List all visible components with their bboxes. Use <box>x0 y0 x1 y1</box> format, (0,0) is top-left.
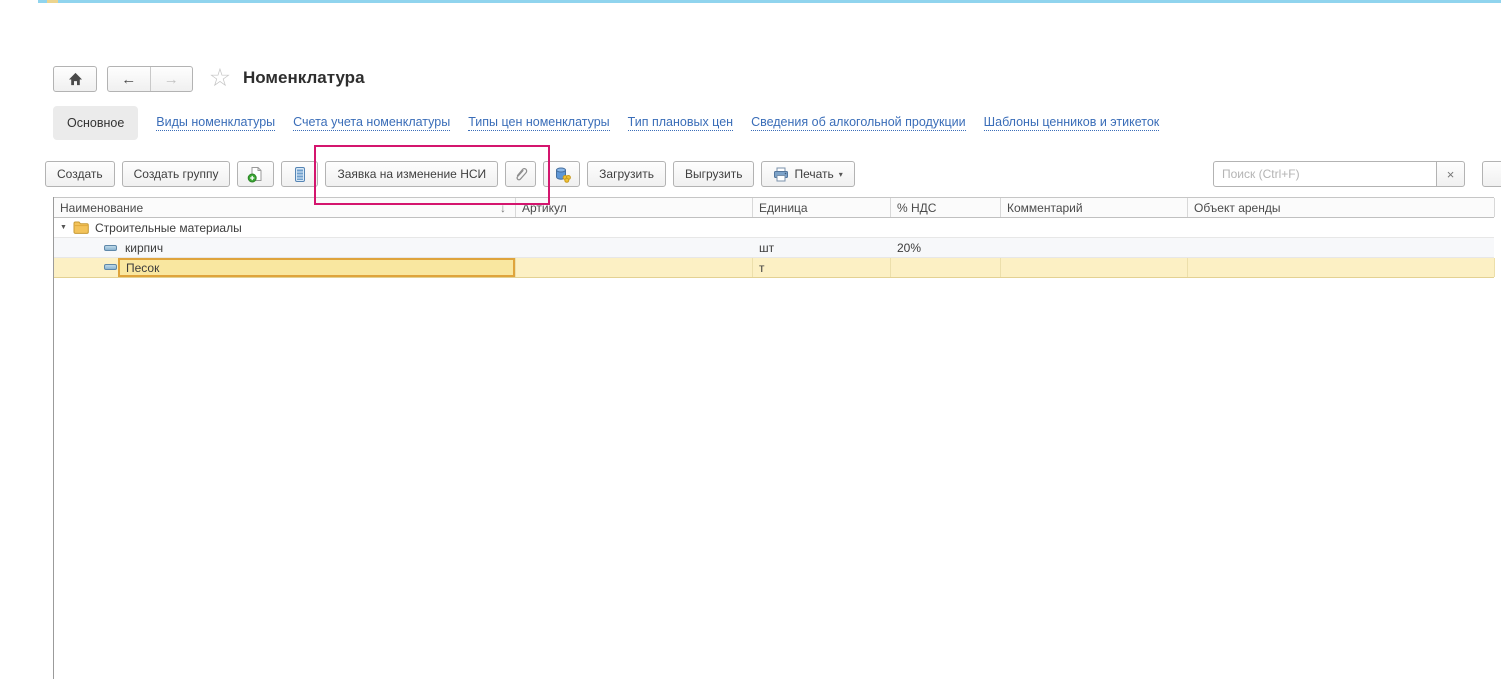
unit-cell[interactable]: шт <box>753 238 891 257</box>
expander-icon[interactable]: ▼ <box>60 218 68 237</box>
group-name-label: Строительные материалы <box>95 218 242 237</box>
column-header-comment[interactable]: Комментарий <box>1001 198 1188 217</box>
accent-yellow-segment <box>47 0 58 3</box>
history-nav: ← → <box>107 66 193 92</box>
tab-alcohol-info[interactable]: Сведения об алкогольной продукции <box>751 115 966 131</box>
attachments-button[interactable] <box>505 161 536 187</box>
nsi-change-request-button[interactable]: Заявка на изменение НСИ <box>325 161 498 187</box>
column-header-rent-object[interactable]: Объект аренды <box>1188 198 1495 217</box>
page-title: Номенклатура <box>243 68 365 88</box>
table-header-row: Наименование ↓ Артикул Единица % НДС Ком… <box>54 197 1494 218</box>
tab-label-templates[interactable]: Шаблоны ценников и этикеток <box>984 115 1160 131</box>
create-button[interactable]: Создать <box>45 161 115 187</box>
back-icon: ← <box>121 71 136 88</box>
tab-accounting-accounts[interactable]: Счета учета номенклатуры <box>293 115 450 131</box>
unload-button[interactable]: Выгрузить <box>673 161 755 187</box>
item-icon <box>104 245 117 251</box>
database-icon <box>553 166 571 183</box>
partial-right-button[interactable] <box>1482 161 1501 187</box>
table-row-selected[interactable]: Песок т <box>54 258 1494 278</box>
column-header-vat[interactable]: % НДС <box>891 198 1001 217</box>
name-cell[interactable]: Песок <box>54 258 516 277</box>
tab-planned-price-type[interactable]: Тип плановых цен <box>628 115 733 131</box>
name-cell[interactable]: кирпич <box>54 238 516 257</box>
forward-button[interactable]: → <box>151 67 193 91</box>
vat-cell[interactable]: 20% <box>891 238 1001 257</box>
article-cell[interactable] <box>516 258 753 277</box>
article-cell[interactable] <box>516 238 753 257</box>
tab-main[interactable]: Основное <box>53 106 138 140</box>
accent-blue-line <box>38 0 1501 3</box>
list-icon <box>292 166 308 183</box>
print-button-label: Печать <box>794 167 833 181</box>
article-cell[interactable] <box>516 218 753 237</box>
copy-item-button[interactable] <box>237 161 274 187</box>
caret-down-icon: ▾ <box>839 170 843 179</box>
toolbar: Создать Создать группу Заявка на изменен… <box>45 161 855 187</box>
rent-cell[interactable] <box>1188 218 1495 237</box>
create-group-button[interactable]: Создать группу <box>122 161 231 187</box>
table-row[interactable]: кирпич шт 20% <box>54 238 1494 258</box>
column-header-name[interactable]: Наименование ↓ <box>54 198 516 217</box>
folder-icon <box>73 221 89 234</box>
item-icon <box>104 264 117 270</box>
rent-cell[interactable] <box>1188 258 1495 277</box>
tab-bar: Основное Виды номенклатуры Счета учета н… <box>53 106 1159 140</box>
comment-cell[interactable] <box>1001 258 1188 277</box>
comment-cell[interactable] <box>1001 238 1188 257</box>
tab-price-types[interactable]: Типы цен номенклатуры <box>468 115 609 131</box>
name-cell[interactable]: ▼ Строительные материалы <box>54 218 516 237</box>
column-header-article[interactable]: Артикул <box>516 198 753 217</box>
unit-cell[interactable]: т <box>753 258 891 277</box>
printer-icon <box>773 167 789 182</box>
search-clear-button[interactable]: × <box>1436 161 1465 187</box>
nsi-database-button[interactable] <box>543 161 580 187</box>
new-item-icon <box>247 166 264 183</box>
tab-nomenclature-kinds[interactable]: Виды номенклатуры <box>156 115 275 131</box>
forward-icon: → <box>164 71 179 88</box>
table-row-group[interactable]: ▼ Строительные материалы <box>54 218 1494 238</box>
vat-cell[interactable] <box>891 218 1001 237</box>
column-header-label: Наименование <box>60 201 143 215</box>
comment-cell[interactable] <box>1001 218 1188 237</box>
home-icon <box>68 72 83 86</box>
item-name-label: Песок <box>126 261 159 275</box>
top-accent-bar <box>0 0 1501 3</box>
home-button[interactable] <box>53 66 97 92</box>
vat-cell[interactable] <box>891 258 1001 277</box>
favorite-star-icon[interactable]: ☆ <box>205 63 235 93</box>
paperclip-icon <box>513 166 529 182</box>
print-button[interactable]: Печать ▾ <box>761 161 854 187</box>
sort-arrow-icon: ↓ <box>500 201 506 215</box>
item-name-label: кирпич <box>125 238 163 257</box>
search-group: × <box>1213 161 1465 187</box>
list-settings-button[interactable] <box>281 161 318 187</box>
nomenclature-table: Наименование ↓ Артикул Единица % НДС Ком… <box>53 197 1494 679</box>
load-button[interactable]: Загрузить <box>587 161 666 187</box>
unit-cell[interactable] <box>753 218 891 237</box>
column-header-unit[interactable]: Единица <box>753 198 891 217</box>
back-button[interactable]: ← <box>108 67 151 91</box>
rent-cell[interactable] <box>1188 238 1495 257</box>
focused-cell[interactable]: Песок <box>118 258 515 277</box>
close-icon: × <box>1447 167 1455 182</box>
search-input[interactable] <box>1213 161 1437 187</box>
app-window: { "accent": { "blue_color": "#90d4ee", "… <box>0 0 1501 679</box>
